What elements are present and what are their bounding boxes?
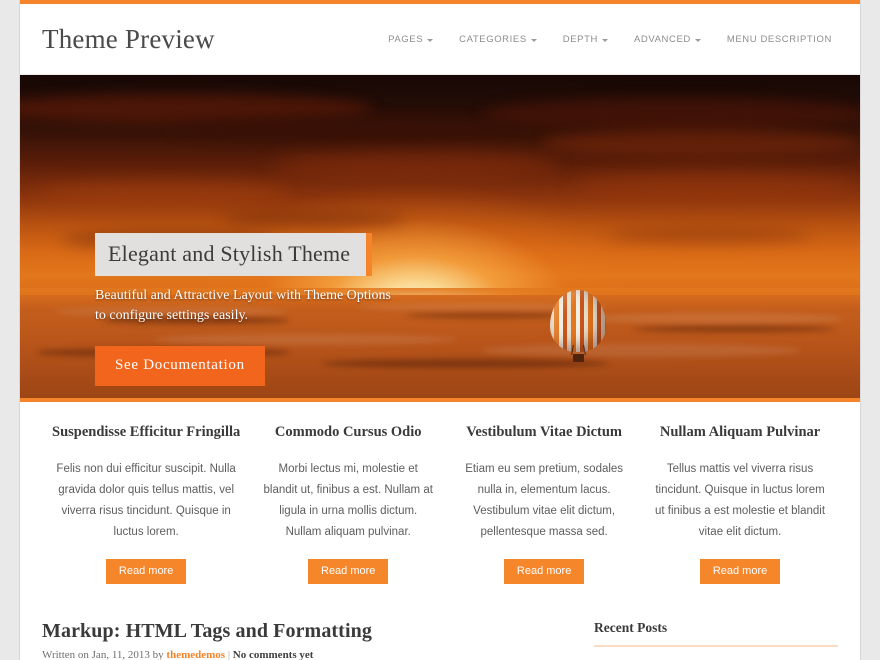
cloud-shape: [36, 181, 289, 205]
hero-description: Beautiful and Attractive Layout with The…: [95, 288, 392, 323]
page-root: Theme Preview Pages Categories Depth Adv…: [0, 0, 880, 660]
feature-box: Suspendisse Efficitur Fringilla Felis no…: [42, 424, 250, 584]
cloud-shape: [540, 129, 860, 156]
nav-label-categories: Categories: [459, 33, 527, 45]
hero-banner: Elegant and Stylish Theme Beautiful and …: [20, 75, 860, 402]
feature-title: Vestibulum Vitae Dictum: [466, 424, 622, 440]
cloud-shape: [171, 116, 508, 140]
nav-item-menu-description[interactable]: Menu Description: [727, 34, 832, 45]
chevron-down-icon: [694, 38, 701, 42]
see-documentation-button[interactable]: See Documentation: [95, 346, 265, 386]
post-title[interactable]: Markup: HTML Tags and Formatting: [42, 620, 564, 643]
site-container: Theme Preview Pages Categories Depth Adv…: [20, 0, 860, 660]
balloon-envelope: [550, 290, 606, 352]
cloud-shape: [221, 210, 407, 227]
feature-title: Nullam Aliquam Pulvinar: [659, 424, 821, 440]
features-section: Suspendisse Efficitur Fringilla Felis no…: [20, 402, 860, 602]
read-more-button[interactable]: Read more: [699, 559, 781, 584]
feature-text: Tellus mattis vel viverra risus tincidun…: [655, 463, 826, 538]
post-meta-separator: |: [227, 649, 231, 660]
cloud-shape: [272, 152, 558, 179]
post-comments-link[interactable]: No comments yet: [233, 649, 314, 660]
balloon-basket: [573, 354, 584, 362]
cloud-shape: [20, 94, 373, 124]
dune-ridge: [591, 313, 844, 324]
feature-text: Etiam eu sem pretium, sodales nulla in, …: [465, 463, 624, 538]
sidebar: Recent Posts ➜ Markup: HTML Tags and For…: [594, 620, 838, 660]
nav-item-categories[interactable]: Categories: [459, 34, 537, 45]
content-area: Markup: HTML Tags and Formatting Written…: [20, 602, 860, 660]
dune-ridge: [482, 344, 802, 357]
chevron-down-icon: [530, 38, 537, 42]
hero-content: Elegant and Stylish Theme Beautiful and …: [95, 233, 515, 386]
feature-text: Felis non dui efficitur suscipit. Nulla …: [56, 463, 236, 538]
feature-title: Suspendisse Efficitur Fringilla: [52, 424, 241, 440]
read-more-button[interactable]: Read more: [105, 559, 187, 584]
cloud-shape: [608, 226, 810, 243]
nav-item-depth[interactable]: Depth: [563, 34, 608, 45]
feature-text: Morbi lectus mi, molestie et blandit ut,…: [263, 463, 433, 538]
feature-box: Nullam Aliquam Pulvinar Tellus mattis ve…: [642, 424, 838, 584]
site-title[interactable]: Theme Preview: [42, 24, 215, 55]
nav-label-pages: Pages: [388, 33, 424, 45]
post-author-link[interactable]: themedemos: [166, 649, 225, 660]
post-meta: Written on Jan, 11, 2013 by themedemos |…: [42, 649, 564, 660]
nav-label-depth: Depth: [562, 33, 598, 45]
read-more-button[interactable]: Read more: [308, 559, 389, 584]
post-column: Markup: HTML Tags and Formatting Written…: [42, 620, 564, 660]
nav-item-advanced[interactable]: Advanced: [634, 34, 701, 45]
site-header: Theme Preview Pages Categories Depth Adv…: [20, 4, 860, 75]
hero-title: Elegant and Stylish Theme: [108, 241, 351, 266]
feature-title: Commodo Cursus Odio: [274, 424, 422, 440]
post-meta-date: Written on Jan, 11, 2013 by: [42, 649, 164, 660]
chevron-down-icon: [427, 38, 434, 42]
nav-item-pages[interactable]: Pages: [388, 33, 434, 45]
feature-box: Commodo Cursus Odio Morbi lectus mi, mol…: [250, 424, 446, 584]
main-navigation: Pages Categories Depth Advanced Menu Des…: [388, 34, 838, 45]
cloud-shape: [482, 97, 860, 130]
hot-air-balloon-icon: [550, 290, 606, 362]
feature-box: Vestibulum Vitae Dictum Etiam eu sem pre…: [446, 424, 642, 584]
hero-title-box: Elegant and Stylish Theme: [95, 233, 373, 276]
read-more-button[interactable]: Read more: [503, 559, 585, 584]
chevron-down-icon: [601, 38, 608, 42]
recent-posts-widget-title: Recent Posts: [594, 620, 838, 647]
dune-shadow: [633, 325, 835, 332]
nav-label-advanced: Advanced: [633, 33, 691, 45]
nav-label-menu-description: Menu Description: [726, 33, 832, 45]
cloud-shape: [574, 171, 860, 201]
